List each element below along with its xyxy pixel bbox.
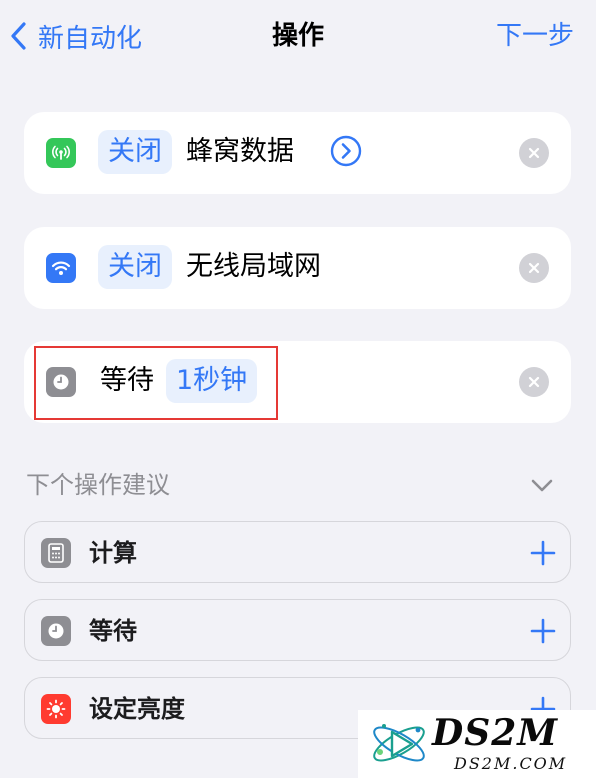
brightness-icon <box>41 694 71 724</box>
chevron-down-icon[interactable] <box>530 476 554 496</box>
next-button[interactable]: 下一步 <box>496 18 574 54</box>
suggestion-label: 等待 <box>89 617 137 645</box>
clock-icon <box>41 616 71 646</box>
close-icon <box>528 147 540 159</box>
remove-action-wifi-button[interactable] <box>519 253 549 283</box>
remove-action-wait-button[interactable] <box>519 367 549 397</box>
watermark: DS2M DS2M.COM <box>358 710 596 778</box>
toggle-token-cellular[interactable]: 关闭 <box>98 130 172 174</box>
plus-icon[interactable] <box>530 540 556 566</box>
close-icon <box>528 376 540 388</box>
suggestion-label: 计算 <box>89 539 137 567</box>
calculator-icon <box>41 538 71 568</box>
suggestion-item-calculate[interactable]: 计算 <box>24 521 571 583</box>
action-card-wifi: 关闭 无线局域网 <box>24 227 571 309</box>
chevron-right-circle-icon[interactable] <box>330 135 362 167</box>
cellular-icon <box>46 138 76 168</box>
suggestions-title: 下个操作建议 <box>26 471 170 499</box>
action-card-cellular: 关闭 蜂窝数据 <box>24 112 571 194</box>
action-target-cellular[interactable]: 蜂窝数据 <box>186 130 294 174</box>
plus-icon[interactable] <box>530 618 556 644</box>
watermark-subtext: DS2M.COM <box>454 754 568 773</box>
highlight-annotation-box <box>34 346 278 420</box>
toggle-token-wifi[interactable]: 关闭 <box>98 245 172 289</box>
action-target-wifi[interactable]: 无线局域网 <box>186 245 321 289</box>
watermark-text: DS2M <box>432 712 559 754</box>
wifi-icon <box>46 253 76 283</box>
remove-action-cellular-button[interactable] <box>519 138 549 168</box>
suggestion-label: 设定亮度 <box>89 695 185 723</box>
watermark-logo-icon <box>373 724 425 762</box>
navigation-bar: 新自动化 操作 下一步 <box>0 0 596 72</box>
close-icon <box>528 262 540 274</box>
suggestion-item-wait[interactable]: 等待 <box>24 599 571 661</box>
